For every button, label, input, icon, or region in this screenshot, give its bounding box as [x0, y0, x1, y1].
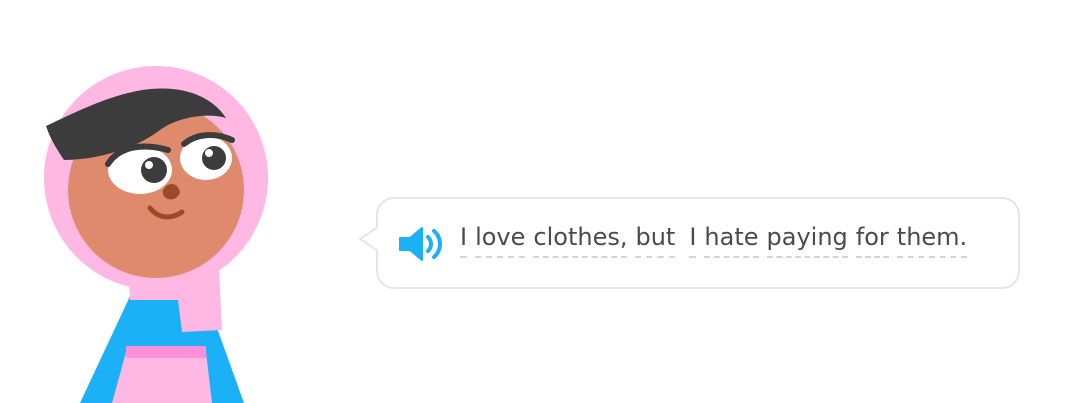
play-audio-button[interactable] [396, 224, 448, 264]
word-token[interactable]: paying [766, 222, 848, 258]
speech-bubble-tail [359, 227, 380, 252]
left-eye-glint [145, 161, 153, 169]
lily-character-icon [44, 66, 268, 403]
word-token[interactable]: them. [896, 222, 968, 258]
word-token[interactable]: for [855, 222, 889, 258]
word-token[interactable]: love [475, 222, 526, 258]
word-token[interactable]: but [635, 222, 676, 258]
left-pupil [141, 157, 167, 183]
word-token[interactable]: clothes, [533, 222, 628, 258]
right-pupil [202, 146, 226, 170]
word-token[interactable]: I [689, 222, 697, 258]
sentence-prompt: I love clothes, but I hate paying for th… [460, 222, 968, 262]
word-token[interactable]: hate [704, 222, 759, 258]
speaker-icon [399, 227, 442, 261]
apron [112, 352, 212, 403]
apron-band [126, 346, 206, 358]
word-token[interactable]: I [460, 222, 468, 258]
right-eye-glint [205, 149, 213, 157]
